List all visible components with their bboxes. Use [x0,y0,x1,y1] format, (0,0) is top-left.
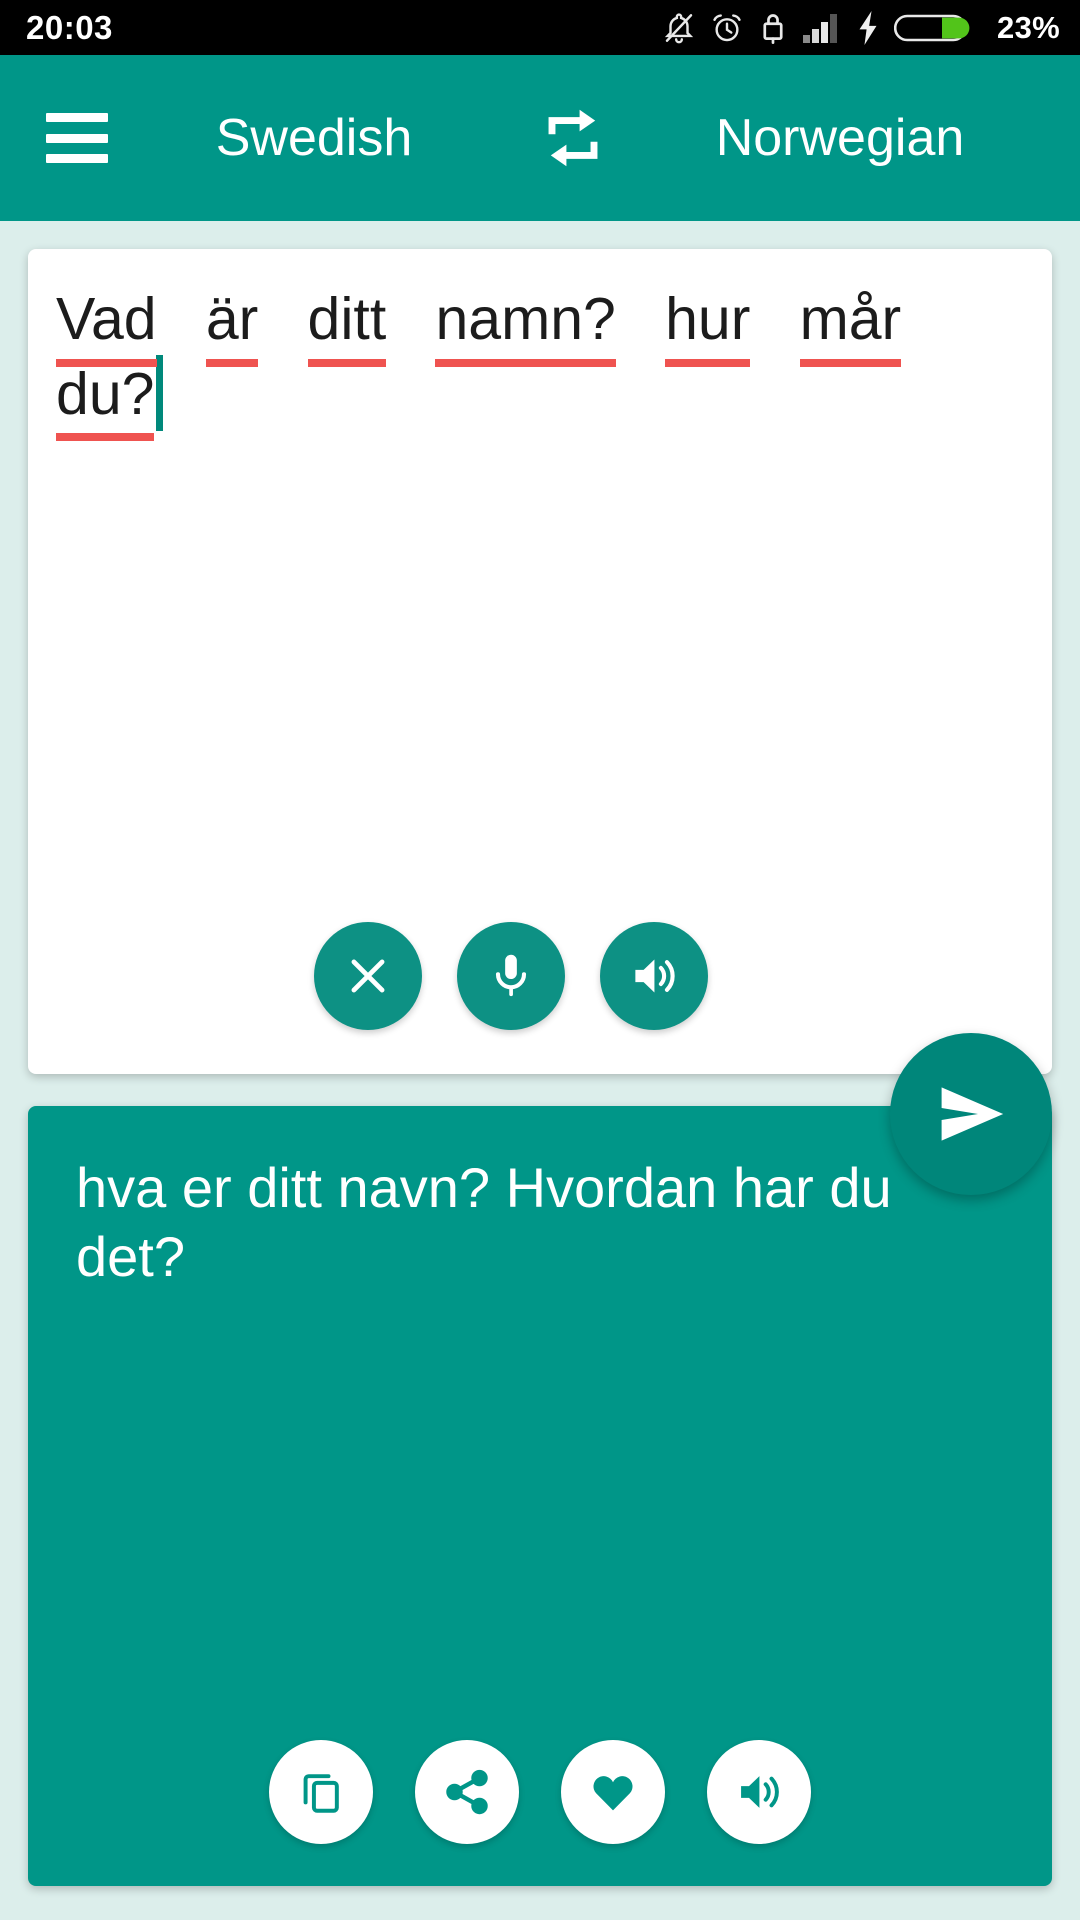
target-language-selector[interactable]: Norwegian [616,108,1046,168]
battery-icon [894,11,974,45]
copy-button[interactable] [269,1740,373,1844]
swap-languages-icon[interactable] [530,95,616,181]
hamburger-bar-2 [46,133,108,143]
hamburger-bar-1 [46,113,108,122]
status-icon-group: 23% [662,10,1060,46]
battery-percent-label: 23% [997,9,1060,45]
speak-output-button[interactable] [707,1740,811,1844]
hamburger-bar-3 [46,154,108,163]
input-space [173,286,189,352]
alarm-clock-icon [710,11,744,45]
signal-bars-icon [802,12,842,44]
mic-button[interactable] [457,922,565,1030]
app-bar: Swedish Norwegian [0,55,1080,221]
source-language-selector[interactable]: Swedish [108,108,530,168]
input-word: namn? [435,285,617,367]
input-card: Vad är ditt namn? hur mår du? [28,249,1052,1074]
output-card: hva er ditt navn? Hvordan har du det? [28,1106,1052,1886]
input-word: hur [665,285,751,367]
input-word: mår [799,285,901,367]
favorite-button[interactable] [561,1740,665,1844]
input-spacer [56,431,1024,922]
input-word: är [205,285,259,367]
clear-button[interactable] [314,922,422,1030]
send-button[interactable] [890,1033,1052,1195]
translated-text: hva er ditt navn? Hvordan har du det? [76,1156,892,1288]
lock-icon [758,11,788,45]
input-space [632,286,648,352]
output-spacer [76,1292,1004,1740]
input-space [403,286,419,352]
input-space [275,286,291,352]
text-caret [156,354,164,431]
speak-input-button[interactable] [600,922,708,1030]
output-action-bar [76,1740,1004,1886]
input-word: Vad [56,285,157,367]
input-space [918,286,934,352]
input-word: du? [56,360,155,441]
translation-content: Vad är ditt namn? hur mår du? hva er dit… [0,221,1080,1920]
input-space [767,286,783,352]
bell-off-icon [662,11,696,45]
status-time: 20:03 [26,9,113,46]
source-text-input[interactable]: Vad är ditt namn? hur mår du? [56,285,1024,441]
share-button[interactable] [415,1740,519,1844]
input-word: ditt [307,285,386,367]
charging-bolt-icon [856,10,880,45]
input-action-bar [56,922,1024,1074]
status-bar: 20:03 23% [0,0,1080,55]
hamburger-menu-icon[interactable] [46,113,108,163]
